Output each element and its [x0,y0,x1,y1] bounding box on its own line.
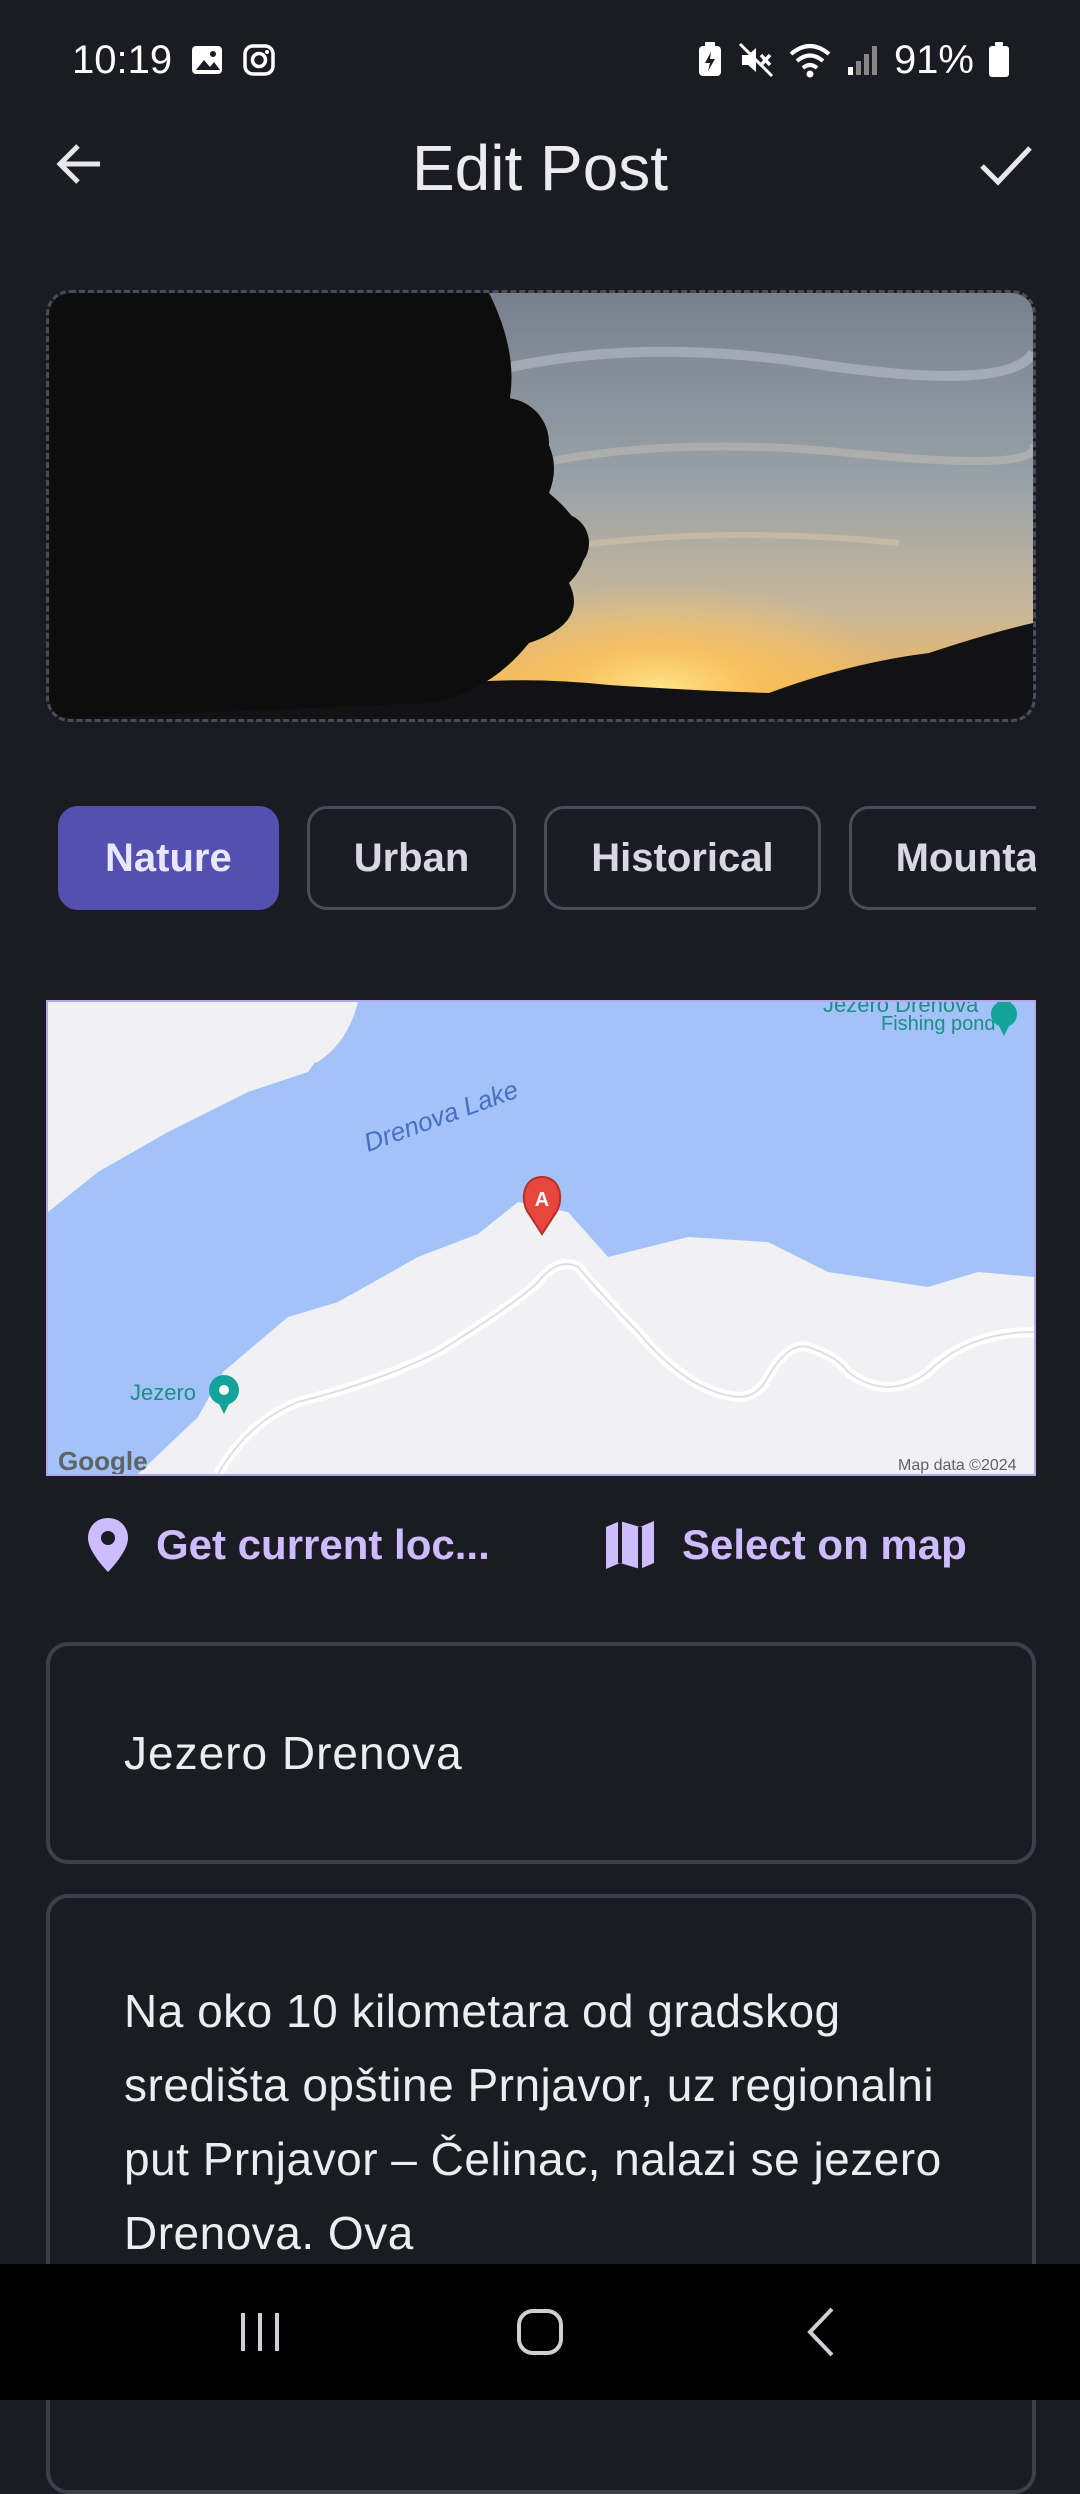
recent-apps-button[interactable] [200,2282,320,2382]
signal-icon [846,43,880,77]
battery-icon [988,42,1010,78]
save-button[interactable] [970,128,1042,200]
map-icon [606,1521,654,1569]
map-attribution: Map data ©2024 [898,1457,1017,1474]
chevron-left-icon [807,2307,834,2357]
category-chips: Nature Urban Historical Mounta [58,806,1036,916]
system-back-button[interactable] [760,2282,880,2382]
status-bar: 10:19 91% [0,0,1080,120]
instagram-icon [242,43,276,77]
gallery-icon [190,43,224,77]
description-value[interactable]: Na oko 10 kilometara od gradskog središt… [124,1974,962,2270]
home-icon [517,2309,563,2355]
battery-percent: 91% [893,37,974,82]
location-pin-icon [88,1518,128,1572]
check-icon [980,146,1032,186]
home-button[interactable] [480,2282,600,2382]
chip-mountain[interactable]: Mounta [848,806,1036,910]
select-on-map-label: Select on map [682,1521,967,1568]
sunset-photo [49,293,1033,719]
select-on-map-button[interactable]: Select on map [602,1500,967,1590]
get-current-location-label: Get current loc... [156,1521,490,1568]
chip-nature[interactable]: Nature [58,806,279,910]
description-field[interactable]: Na oko 10 kilometara od gradskog središt… [46,1894,1036,2494]
location-actions: Get current loc... Select on map [46,1500,1036,1590]
status-right: 91% [696,38,1010,83]
location-name-value[interactable]: Jezero Drenova [124,1646,463,1860]
system-nav-bar [0,2264,1080,2400]
post-photo[interactable] [46,290,1036,722]
battery-saver-icon [696,42,724,78]
marker-label: A [535,1189,549,1211]
location-name-field[interactable]: Jezero Drenova [46,1642,1036,1864]
poi-left-name: Jezero [130,1380,196,1405]
wifi-icon [788,42,832,78]
recents-icon [241,2313,279,2351]
chip-urban[interactable]: Urban [306,806,517,910]
google-logo: Google [58,1446,148,1474]
chip-historical[interactable]: Historical [544,806,821,910]
page-title: Edit Post [411,132,669,204]
status-time: 10:19 [72,37,173,82]
get-current-location-button[interactable]: Get current loc... [84,1500,490,1590]
status-left: 10:19 [72,38,276,83]
mute-icon [738,42,774,78]
poi-top-type: Fishing pond [881,1013,996,1035]
map-view[interactable]: Drenova Lake Jezero Drenova Fishing pond… [46,1000,1036,1476]
